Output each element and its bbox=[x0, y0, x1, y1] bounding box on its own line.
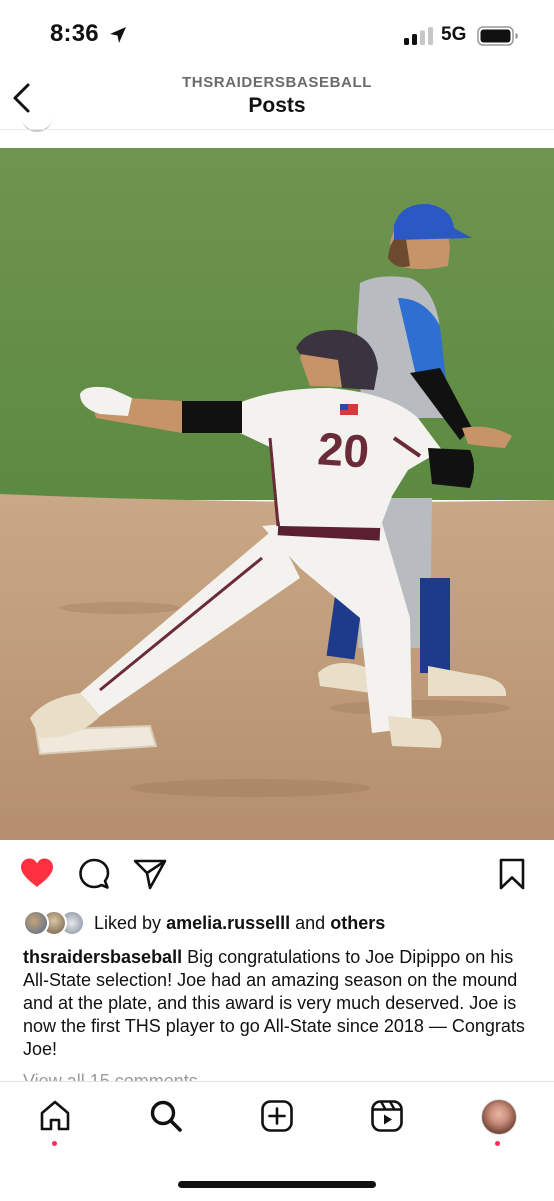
home-indicator[interactable] bbox=[178, 1181, 376, 1188]
network-type: 5G bbox=[441, 24, 467, 45]
status-time: 8:36 bbox=[50, 20, 99, 47]
comment-icon[interactable] bbox=[78, 858, 110, 890]
profile-notification-dot bbox=[495, 1141, 500, 1146]
profile-avatar[interactable] bbox=[481, 1099, 517, 1135]
liker-username[interactable]: amelia.russelll bbox=[166, 913, 290, 933]
share-icon[interactable] bbox=[133, 858, 167, 890]
header-divider bbox=[0, 129, 554, 130]
page-title: Posts bbox=[248, 94, 306, 117]
cellular-signal-icon bbox=[404, 27, 433, 45]
home-icon[interactable] bbox=[38, 1099, 72, 1133]
search-icon[interactable] bbox=[149, 1099, 183, 1133]
battery-icon bbox=[477, 26, 518, 46]
account-name[interactable]: THSRAIDERSBASEBALL bbox=[0, 74, 554, 91]
likes-prefix: Liked by bbox=[94, 913, 162, 933]
location-arrow-icon bbox=[110, 27, 126, 43]
caption-username[interactable]: thsraidersbaseball bbox=[23, 947, 182, 967]
bookmark-icon[interactable] bbox=[498, 858, 526, 890]
likes-others[interactable]: others bbox=[330, 913, 385, 933]
likes-joiner: and bbox=[295, 913, 326, 933]
post-caption: thsraidersbaseball Big congratulations t… bbox=[23, 946, 533, 1061]
create-post-icon[interactable] bbox=[260, 1099, 294, 1133]
liker-avatars[interactable] bbox=[23, 910, 91, 936]
post-photo[interactable]: 20 bbox=[0, 148, 554, 840]
home-notification-dot bbox=[52, 1141, 57, 1146]
jersey-number: 20 bbox=[316, 422, 371, 477]
likes-summary[interactable]: Liked by amelia.russelll and others bbox=[94, 913, 385, 934]
liker-avatar bbox=[23, 910, 49, 936]
like-heart-icon[interactable] bbox=[20, 857, 54, 889]
reels-icon[interactable] bbox=[370, 1099, 404, 1133]
